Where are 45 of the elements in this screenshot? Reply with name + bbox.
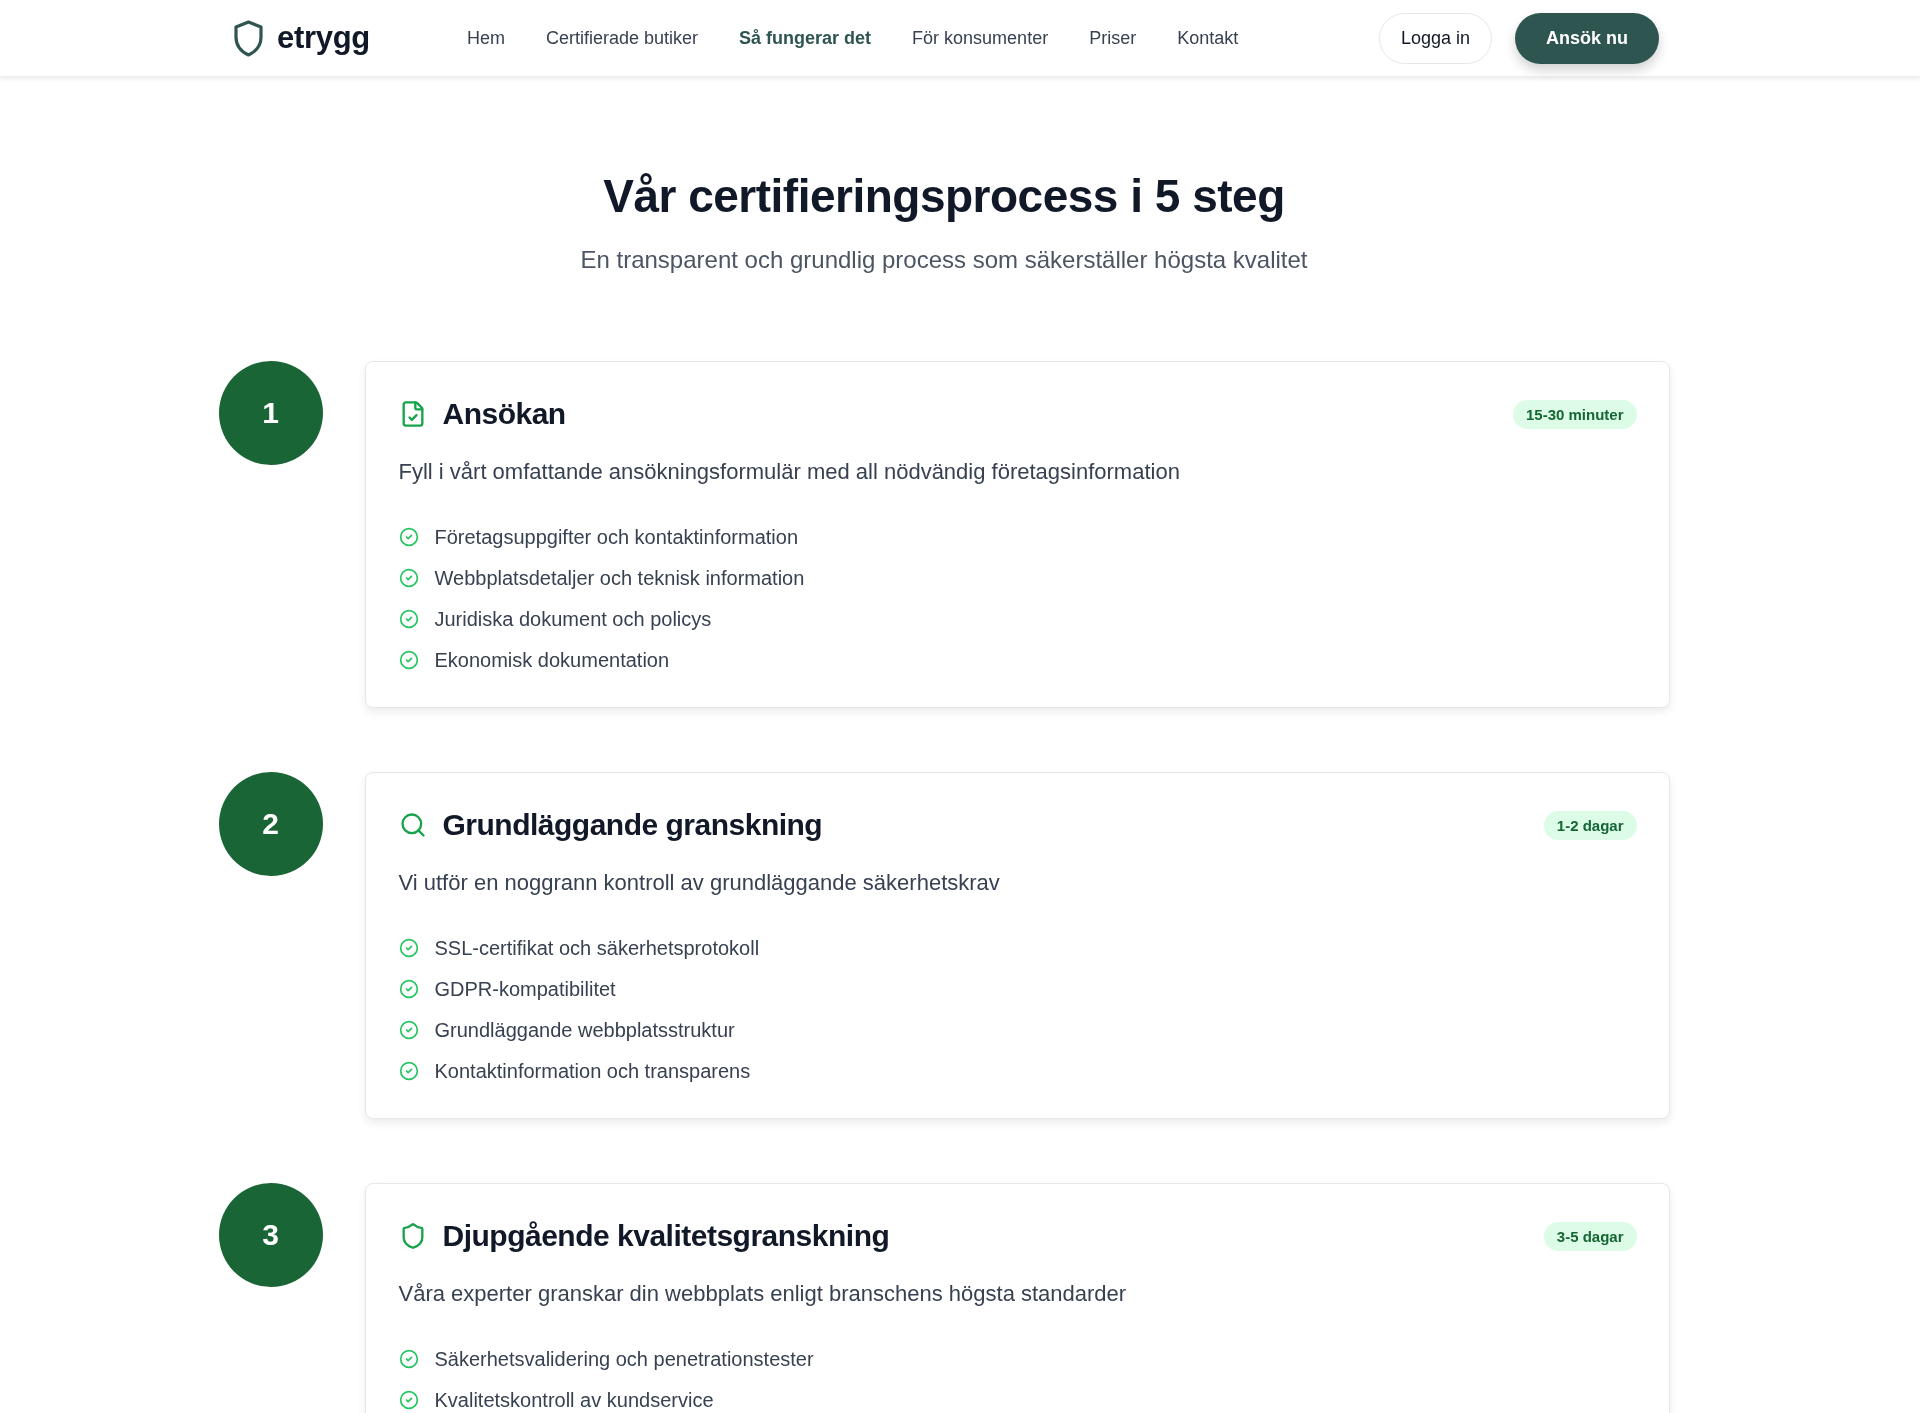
checklist-item: Företagsuppgifter och kontaktinformation (434, 525, 799, 549)
step-title: Ansökan (442, 397, 566, 431)
check-circle-icon (398, 1390, 419, 1410)
page-subtitle: En transparent och grundlig process som säkerställer högsta kvalitet (580, 245, 1308, 275)
checklist-item: Säkerhetsvalidering och penetrationstester (434, 1347, 814, 1371)
nav-link[interactable]: Hem (466, 27, 505, 49)
check-circle-icon (398, 979, 419, 999)
login-button[interactable]: Logga in (1378, 12, 1492, 64)
page-title: Vår certifieringsprocess i 5 steg (603, 169, 1285, 224)
check-circle-icon (398, 1061, 419, 1081)
nav-link[interactable]: Så fungerar det (739, 27, 872, 49)
checklist-item: Kvalitetskontroll av kundservice (434, 1388, 714, 1412)
checklist-item: GDPR-kompatibilitet (434, 977, 616, 1001)
nav-link[interactable]: Priser (1089, 27, 1137, 49)
checklist-item: SSL-certifikat och säkerhetsprotokoll (434, 936, 760, 960)
step-title: Grundläggande granskning (442, 808, 823, 842)
checklist-item: Webbplatsdetaljer och teknisk information (434, 566, 805, 590)
step-number: 3 (218, 1183, 323, 1287)
check-circle-icon (398, 650, 419, 670)
check-circle-icon (398, 527, 419, 547)
check-circle-icon (398, 568, 419, 588)
checklist-item: Kontaktinformation och transparens (434, 1059, 751, 1083)
nav-link[interactable]: Certifierade butiker (545, 27, 699, 49)
shield-logo-icon (233, 19, 264, 57)
step-description: Fyll i vårt omfattande ansökningsformulär med all nödvändig företagsinformation (398, 458, 1181, 486)
checklist-item: Grundläggande webbplatsstruktur (434, 1018, 735, 1042)
nav-link[interactable]: Kontakt (1177, 27, 1239, 49)
check-circle-icon (398, 609, 419, 629)
duration-tag: 15-30 minuter (1512, 399, 1637, 429)
check-circle-icon (398, 938, 419, 958)
step-number: 2 (218, 772, 323, 876)
logo-text[interactable]: etrygg (277, 20, 370, 56)
duration-tag: 1-2 dagar (1543, 810, 1637, 840)
step-number: 1 (218, 361, 323, 465)
nav-link[interactable]: För konsumenter (912, 27, 1049, 49)
search-icon (398, 811, 427, 839)
duration-tag: 3-5 dagar (1543, 1221, 1637, 1251)
step-description: Våra experter granskar din webbplats enligt branschens högsta standarder (398, 1280, 1128, 1308)
apply-button[interactable]: Ansök nu (1515, 12, 1659, 64)
step-description: Vi utför en noggrann kontroll av grundläggande säkerhetskrav (398, 869, 1001, 897)
step-title: Djupgående kvalitetsgranskning (442, 1219, 890, 1253)
check-circle-icon (398, 1020, 419, 1040)
checklist-item: Ekonomisk dokumentation (434, 648, 670, 672)
check-circle-icon (398, 1349, 419, 1369)
checklist-item: Juridiska dokument och policys (434, 607, 712, 631)
